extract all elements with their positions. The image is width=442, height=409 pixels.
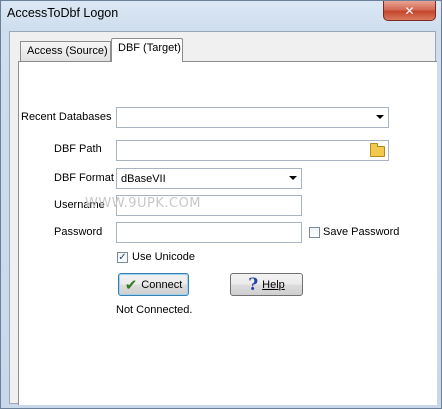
- save-password-checkbox[interactable]: [309, 227, 320, 238]
- save-password-label: Save Password: [323, 226, 400, 238]
- connect-button-label: Connect: [141, 278, 183, 291]
- window-title: AccessToDbf Logon: [7, 6, 119, 20]
- recent-databases-combo[interactable]: [116, 107, 389, 128]
- recent-databases-label: Recent Databases: [21, 111, 112, 123]
- password-field[interactable]: [116, 222, 302, 243]
- checkmark-icon: ✔: [124, 275, 138, 294]
- tab-dbf-target[interactable]: DBF (Target): [111, 38, 183, 62]
- help-button-label: Help: [262, 278, 285, 291]
- chevron-down-icon: [289, 176, 297, 180]
- check-mark-icon: ✓: [118, 252, 127, 263]
- dbf-format-label: DBF Format: [54, 172, 114, 184]
- close-icon: ✕: [404, 3, 415, 18]
- browse-folder-button[interactable]: [368, 143, 386, 158]
- connection-status: Not Connected.: [116, 304, 193, 316]
- close-button[interactable]: ✕: [383, 1, 436, 21]
- password-label: Password: [54, 226, 103, 238]
- question-icon: ?: [248, 274, 259, 295]
- dialog-window: AccessToDbf Logon ✕ Access (Source) DBF …: [0, 0, 442, 409]
- folder-icon: [369, 143, 385, 157]
- help-button[interactable]: ? Help: [230, 273, 303, 296]
- connect-button[interactable]: ✔ Connect: [118, 273, 189, 296]
- chevron-down-icon: [376, 115, 384, 119]
- dialog-client-area: Access (Source) DBF (Target) Recent Data…: [9, 31, 437, 405]
- tab-label: Access (Source): [27, 45, 108, 57]
- dbf-path-field[interactable]: [116, 140, 389, 161]
- dbf-format-value: dBaseVII: [121, 173, 166, 185]
- use-unicode-checkbox[interactable]: ✓: [117, 252, 128, 263]
- watermark-text: WWW.9UPK.COM: [85, 196, 202, 211]
- tab-panel-dbf-target: Recent Databases DBF Path DBF Format dBa…: [18, 61, 437, 405]
- use-unicode-label: Use Unicode: [132, 251, 195, 263]
- dbf-format-combo[interactable]: dBaseVII: [116, 168, 302, 189]
- tab-access-source[interactable]: Access (Source): [20, 41, 111, 61]
- tab-label: DBF (Target): [118, 42, 181, 54]
- dbf-path-label: DBF Path: [54, 143, 102, 155]
